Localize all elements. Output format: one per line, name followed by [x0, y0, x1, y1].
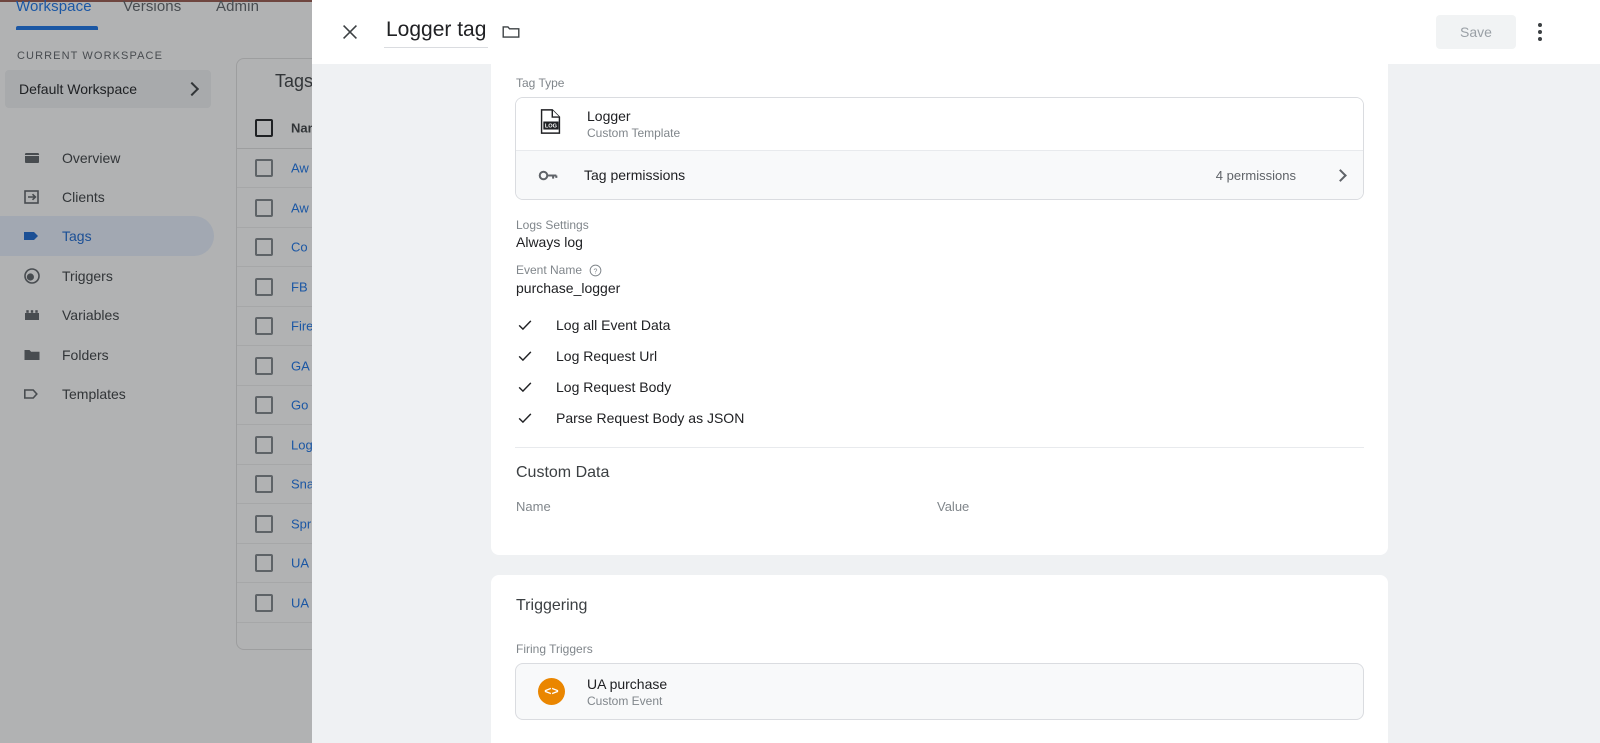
- folder-icon[interactable]: [500, 21, 522, 43]
- title-group: Logger tag: [384, 16, 522, 48]
- save-button[interactable]: Save: [1436, 15, 1516, 49]
- log-option-label: Log Request Body: [556, 378, 672, 395]
- custom-data-heading: Custom Data: [516, 464, 610, 481]
- firing-trigger-row[interactable]: <> UA purchase Custom Event: [515, 663, 1364, 720]
- tag-template-name: Logger: [587, 108, 631, 124]
- log-option-label: Log all Event Data: [556, 316, 671, 333]
- log-option-row[interactable]: Parse Request Body as JSON: [516, 402, 1356, 433]
- log-option-row[interactable]: Log Request Body: [516, 371, 1356, 402]
- tag-permissions-label: Tag permissions: [584, 167, 686, 183]
- log-options-list: Log all Event Data Log Request Url Log Req…: [516, 309, 1356, 433]
- dialog-body[interactable]: Tag Type LOG Logger Custom Template Tag …: [312, 64, 1600, 743]
- code-brackets-icon: <>: [538, 678, 565, 705]
- close-icon[interactable]: [336, 18, 364, 46]
- event-name-label-group: Event Name ?: [516, 263, 602, 277]
- check-icon: [516, 316, 534, 334]
- log-file-icon: LOG: [538, 108, 563, 140]
- tag-name-input[interactable]: Logger tag: [384, 16, 489, 48]
- dialog-header: Logger tag Save: [312, 0, 1600, 64]
- svg-text:?: ?: [594, 268, 598, 275]
- firing-triggers-label: Firing Triggers: [516, 642, 593, 656]
- event-name-label: Event Name: [516, 263, 583, 277]
- firing-trigger-text: UA purchase Custom Event: [587, 676, 667, 708]
- chevron-right-icon: [1334, 168, 1347, 182]
- logs-settings-value[interactable]: Always log: [516, 234, 583, 250]
- log-option-label: Log Request Url: [556, 347, 658, 364]
- check-icon: [516, 409, 534, 427]
- tag-template-kind: Custom Template: [587, 126, 681, 140]
- log-option-row[interactable]: Log Request Url: [516, 340, 1356, 371]
- check-icon: [516, 347, 534, 365]
- svg-text:LOG: LOG: [545, 124, 558, 130]
- help-icon[interactable]: ?: [589, 264, 602, 277]
- firing-trigger-name: UA purchase: [587, 675, 668, 692]
- tag-permissions-row[interactable]: Tag permissions 4 permissions: [516, 151, 1363, 199]
- custom-data-col-name: Name: [516, 499, 551, 514]
- key-icon: [538, 168, 560, 183]
- event-name-value[interactable]: purchase_logger: [516, 280, 620, 296]
- section-divider: [515, 447, 1364, 448]
- tag-permissions-count: 4 permissions: [1215, 167, 1296, 183]
- tag-edit-dialog: Logger tag Save Tag Type LOG Logger Cust…: [312, 0, 1600, 743]
- log-option-row[interactable]: Log all Event Data: [516, 309, 1356, 340]
- log-option-label: Parse Request Body as JSON: [556, 409, 745, 426]
- check-icon: [516, 378, 534, 396]
- tag-type-label: Tag Type: [516, 76, 565, 90]
- tag-template-row[interactable]: LOG Logger Custom Template: [516, 98, 1363, 151]
- configuration-card: Tag Type LOG Logger Custom Template Tag …: [491, 64, 1388, 555]
- tag-template-text: Logger Custom Template: [587, 108, 680, 140]
- logs-settings-label: Logs Settings: [516, 218, 589, 232]
- tag-type-box: LOG Logger Custom Template Tag permissio…: [515, 97, 1364, 200]
- custom-data-col-value: Value: [937, 499, 970, 514]
- firing-trigger-kind: Custom Event: [587, 693, 663, 708]
- triggering-card: Triggering Firing Triggers <> UA purchas…: [491, 575, 1388, 743]
- more-vert-icon[interactable]: [1524, 16, 1556, 48]
- triggering-heading: Triggering: [516, 597, 588, 614]
